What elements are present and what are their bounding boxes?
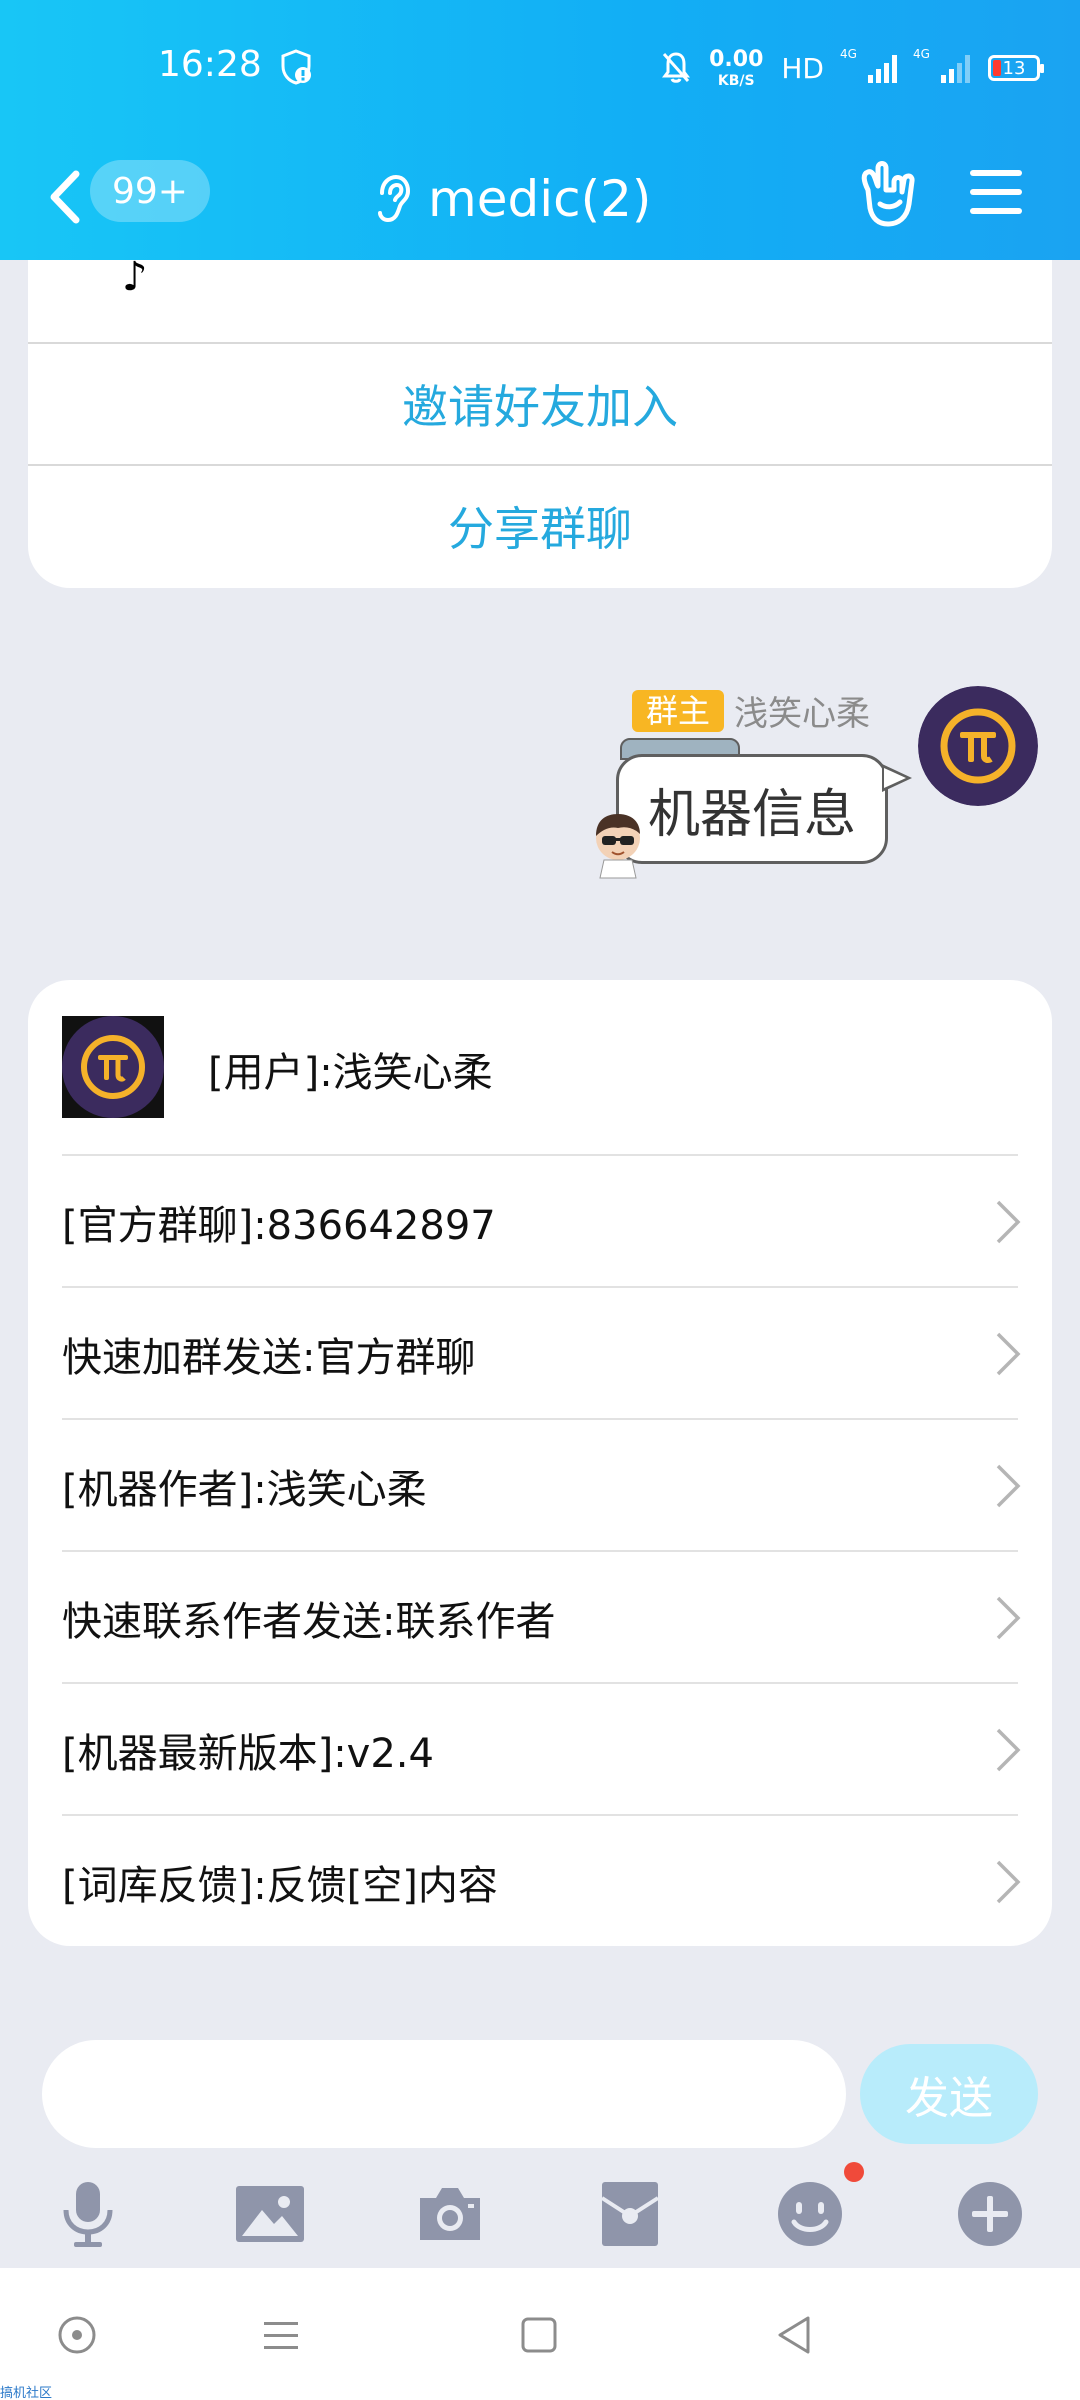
status-bar: 16:28 0.00 KB/S HD 4G 4G 13 xyxy=(0,0,1080,136)
share-group-button[interactable]: 分享群聊 xyxy=(28,466,1052,586)
image-icon[interactable] xyxy=(234,2178,306,2250)
back-chevron-icon[interactable] xyxy=(40,154,90,240)
back-triangle-icon[interactable] xyxy=(770,2310,820,2360)
list-item-label: [词库反馈]:反馈[空]内容 xyxy=(62,1863,498,1909)
chat-title[interactable]: medic(2) xyxy=(372,154,651,244)
hd-indicator: HD xyxy=(781,51,824,85)
app-header: 16:28 0.00 KB/S HD 4G 4G 13 99+ medic(2) xyxy=(0,0,1080,260)
user-line: [用户]:浅笑心柔 xyxy=(208,1050,493,1096)
user-row: [用户]:浅笑心柔 xyxy=(28,980,1052,1156)
sender-avatar[interactable] xyxy=(918,686,1038,806)
chevron-right-icon xyxy=(996,1596,1021,1640)
list-item-feedback[interactable]: [词库反馈]:反馈[空]内容 xyxy=(28,1816,1052,1946)
bot-info-card: [用户]:浅笑心柔 [官方群聊]:836642897 快速加群发送:官方群聊 [… xyxy=(28,980,1052,1946)
list-item-contact-author[interactable]: 快速联系作者发送:联系作者 xyxy=(28,1552,1052,1684)
chevron-right-icon xyxy=(996,1464,1021,1508)
watermark: 搞机社区 xyxy=(0,2386,53,2400)
chat-title-text: medic(2) xyxy=(428,170,652,228)
home-square-icon[interactable] xyxy=(514,2310,564,2360)
list-item-label: [官方群聊]:836642897 xyxy=(62,1203,496,1249)
battery-icon: 13 xyxy=(988,55,1044,81)
chevron-right-icon xyxy=(996,1728,1021,1772)
camera-icon[interactable] xyxy=(414,2178,486,2250)
group-share-card: ♪ 邀请好友加入 分享群聊 xyxy=(28,260,1052,588)
system-navigation-bar: 搞机社区 xyxy=(0,2268,1080,2400)
signal-icon: 4G xyxy=(840,47,897,83)
owner-tag: 群主 xyxy=(631,689,724,732)
chevron-right-icon xyxy=(996,1332,1021,1376)
unread-badge[interactable]: 99+ xyxy=(90,160,210,222)
message-text: 机器信息 xyxy=(616,754,888,864)
list-item-official-group[interactable]: [官方群聊]:836642897 xyxy=(28,1156,1052,1288)
chevron-right-icon xyxy=(996,1200,1021,1244)
chevron-right-icon xyxy=(996,1860,1021,1904)
cartoon-boy-sticker-icon xyxy=(596,814,640,879)
rock-hand-icon[interactable] xyxy=(858,156,922,236)
list-item-label: [机器作者]:浅笑心柔 xyxy=(62,1467,427,1513)
sender-name[interactable]: 浅笑心柔 xyxy=(734,686,870,735)
list-item-label: 快速加群发送:官方群聊 xyxy=(62,1335,476,1381)
list-item-label: 快速联系作者发送:联系作者 xyxy=(62,1599,556,1645)
status-icons: 0.00 KB/S HD 4G 4G 13 xyxy=(661,40,1044,96)
pi-logo-icon xyxy=(62,1016,164,1118)
list-item-label: [机器最新版本]:v2.4 xyxy=(62,1731,434,1777)
list-item-quick-join[interactable]: 快速加群发送:官方群聊 xyxy=(28,1288,1052,1420)
list-item-latest-version[interactable]: [机器最新版本]:v2.4 xyxy=(28,1684,1052,1816)
input-toolbar xyxy=(0,2160,1080,2270)
partial-content: ♪ xyxy=(122,260,148,300)
status-time: 16:28 xyxy=(158,44,262,85)
message-bubble[interactable]: 机器信息 xyxy=(590,738,920,880)
recent-menu-icon[interactable] xyxy=(256,2310,306,2360)
user-avatar xyxy=(62,1016,164,1118)
list-item-bot-author[interactable]: [机器作者]:浅笑心柔 xyxy=(28,1420,1052,1552)
emoji-icon[interactable] xyxy=(774,2178,846,2250)
plus-icon[interactable] xyxy=(954,2178,1026,2250)
microphone-icon[interactable] xyxy=(52,2178,124,2250)
signal-icon-2: 4G xyxy=(913,47,970,83)
notification-dot xyxy=(844,2162,864,2182)
sender-line: 群主 浅笑心柔 xyxy=(631,686,870,735)
chat-nav-bar: 99+ medic(2) xyxy=(0,136,1080,260)
message-input[interactable] xyxy=(42,2040,846,2148)
invite-friends-button[interactable]: 邀请好友加入 xyxy=(28,344,1052,464)
assistant-dot-icon[interactable] xyxy=(52,2310,102,2360)
menu-icon[interactable] xyxy=(968,162,1024,222)
shield-icon xyxy=(281,49,311,85)
red-packet-icon[interactable] xyxy=(594,2178,666,2250)
mute-bell-icon xyxy=(662,52,691,83)
ear-icon xyxy=(378,174,411,223)
send-button[interactable]: 发送 xyxy=(860,2044,1038,2144)
pi-logo-icon xyxy=(918,686,1038,806)
net-speed: 0.00 KB/S xyxy=(709,46,764,89)
